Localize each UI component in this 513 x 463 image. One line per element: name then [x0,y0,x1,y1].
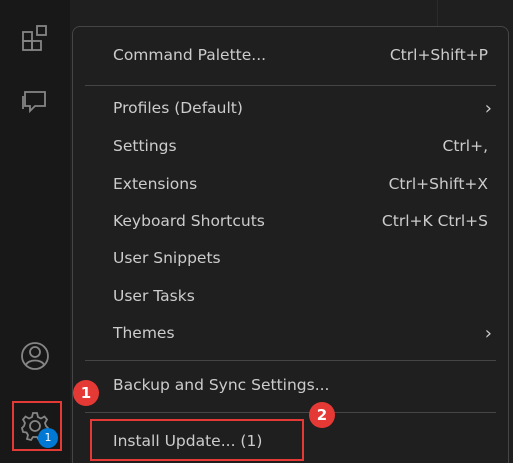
chevron-right-icon: › [484,322,492,344]
menu-item-shortcut: Ctrl+Shift+X [388,175,488,193]
activity-bar [0,0,70,463]
menu-item-shortcut: Ctrl+, [442,137,489,155]
extensions-icon[interactable] [11,14,59,62]
menu-item-label: Extensions [113,175,198,193]
menu-item-label: Themes [113,324,175,342]
menu-item-themes[interactable]: Themes › [113,316,492,350]
gear-highlight-box [12,401,62,451]
manage-menu: Command Palette... Ctrl+Shift+P Profiles… [72,26,509,463]
menu-item-settings[interactable]: Settings Ctrl+, [113,129,488,163]
menu-separator [85,360,496,361]
menu-item-label: Command Palette... [113,46,267,64]
menu-item-shortcut: Ctrl+Shift+P [389,46,488,64]
menu-item-label: Profiles (Default) [113,99,243,117]
menu-item-label: Keyboard Shortcuts [113,212,265,230]
menu-item-profiles[interactable]: Profiles (Default) › [113,91,492,125]
remote-explorer-icon[interactable] [11,78,59,126]
menu-item-label: Settings [113,137,177,155]
menu-item-user-tasks[interactable]: User Tasks [113,279,488,313]
accounts-icon[interactable] [11,332,59,380]
annotation-marker-1: 1 [73,380,99,406]
menu-separator [85,85,496,86]
menu-item-extensions[interactable]: Extensions Ctrl+Shift+X [113,167,488,201]
menu-item-label: Backup and Sync Settings... [113,376,330,394]
menu-item-keyboard-shortcuts[interactable]: Keyboard Shortcuts Ctrl+K Ctrl+S [113,204,488,238]
menu-item-shortcut: Ctrl+K Ctrl+S [381,212,488,230]
menu-item-backup-sync[interactable]: Backup and Sync Settings... [113,368,488,402]
install-update-highlight-box [90,419,304,461]
menu-separator [85,412,496,413]
menu-item-user-snippets[interactable]: User Snippets [113,241,488,275]
chevron-right-icon: › [484,97,492,119]
menu-item-label: User Tasks [113,287,195,305]
annotation-marker-2: 2 [309,402,335,428]
menu-item-command-palette[interactable]: Command Palette... Ctrl+Shift+P [113,38,488,72]
menu-item-label: User Snippets [113,249,221,267]
